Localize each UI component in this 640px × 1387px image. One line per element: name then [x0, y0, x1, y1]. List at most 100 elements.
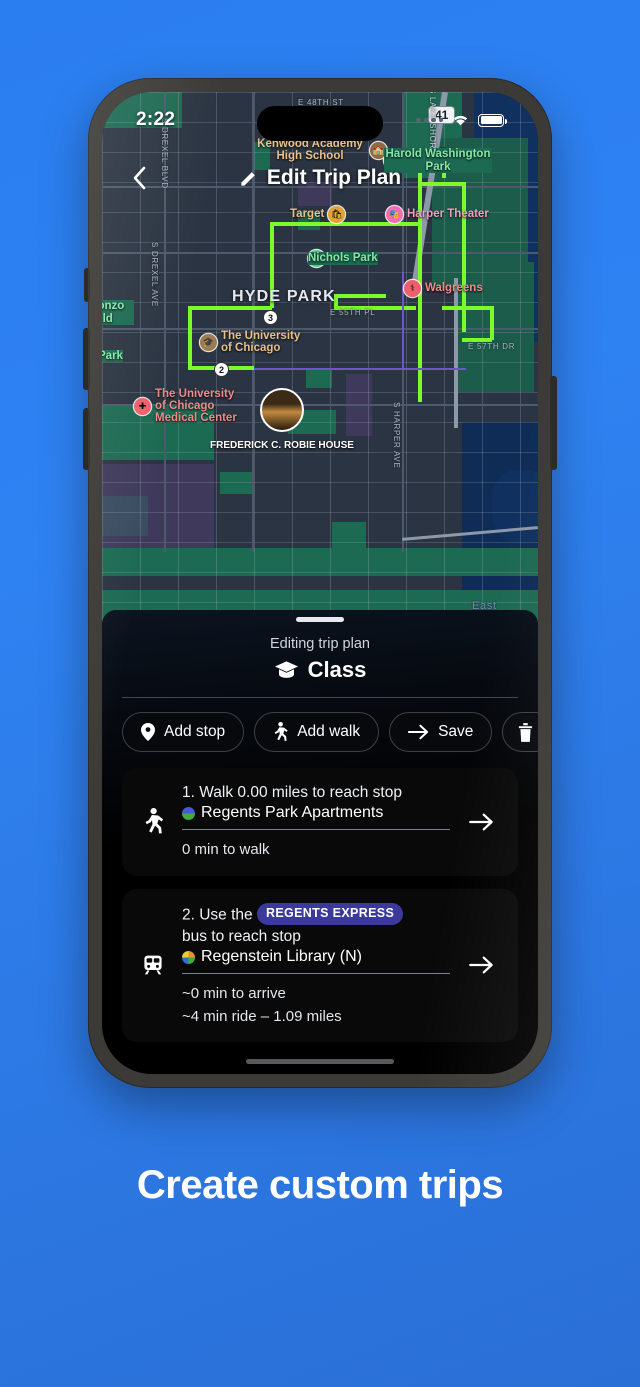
save-button[interactable]: Save: [389, 712, 493, 752]
route-segment: [188, 306, 192, 368]
route-badge: REGENTS EXPRESS: [256, 902, 404, 926]
poi-label: The University of Chicago: [221, 330, 301, 355]
poi-label: The University of Chicago Medical Center: [155, 388, 237, 425]
poi-label: FREDERICK C. ROBIE HOUSE: [210, 440, 354, 451]
edit-toolbar: Add stop Add walk Save: [102, 698, 538, 752]
landmark-photo: [260, 388, 304, 432]
route-segment: [490, 306, 494, 340]
street-label: S DREXEL AVE: [150, 242, 159, 307]
battery-full-icon: [478, 113, 507, 127]
route-segment: [188, 306, 272, 310]
poi-label: Nichols Park: [308, 252, 378, 265]
route-segment: [462, 182, 466, 332]
step-meta: 0 min to walk: [182, 841, 270, 858]
step-go-button[interactable]: [458, 813, 504, 831]
street-label: S HARPER AVE: [392, 402, 401, 469]
bottom-sheet: Editing trip plan Class Add stop Add wal…: [102, 610, 538, 1074]
alt-route-segment: [254, 368, 466, 371]
arrow-right-icon: [468, 813, 493, 831]
map-poi-harper-theater[interactable]: 🎭 Harper Theater: [386, 206, 489, 223]
theater-icon: 🎭: [386, 206, 403, 223]
street-label: E 57TH DR: [468, 342, 516, 351]
street-label: E 55TH PL: [330, 308, 376, 317]
step-stop-name: Regents Park Apartments: [201, 804, 384, 821]
stop-marker-icon: [182, 950, 195, 964]
volume-down-button[interactable]: [83, 408, 90, 470]
page-title: Edit Trip Plan: [102, 166, 538, 190]
route-segment: [334, 294, 386, 298]
step-instruction-line1: 2. Use the REGENTS EXPRESS: [182, 902, 450, 927]
map-poi-alonzo-field[interactable]: Alonzo Field 🏃: [102, 300, 134, 325]
map-poi-uchicago-medical-center[interactable]: ✚ The University of Chicago Medical Cent…: [134, 388, 243, 424]
poi-label: Alonzo Field: [102, 300, 134, 325]
trash-icon: [519, 722, 533, 742]
poi-label: Walgreens: [425, 282, 483, 295]
step-meta: ~0 min to arrive ~4 min ride – 1.09 mile…: [182, 983, 450, 1028]
store-icon: 🛍: [328, 206, 346, 223]
step-meta-arrive: ~0 min to arrive: [182, 985, 286, 1002]
phone-screen: 1 2 3 41 E 48TH ST E 49TH ST E 55TH PL E…: [102, 92, 538, 1074]
volume-up-button[interactable]: [83, 328, 90, 390]
trip-step-card[interactable]: 1. Walk 0.00 miles to reach stop Regents…: [122, 768, 518, 876]
step-stop-row: Regenstein Library (N): [182, 948, 450, 974]
map-poi-target[interactable]: Target 🛍: [290, 206, 346, 223]
add-stop-button[interactable]: Add stop: [122, 712, 245, 752]
back-button[interactable]: [124, 163, 154, 193]
step-body: 1. Walk 0.00 miles to reach stop Regents…: [182, 782, 450, 862]
trip-step-card[interactable]: 2. Use the REGENTS EXPRESS bus to reach …: [122, 888, 518, 1042]
status-clock: 2:22: [136, 109, 176, 130]
sheet-grabber[interactable]: [296, 617, 344, 622]
pencil-icon: [241, 171, 255, 186]
nav-bar: Edit Trip Plan: [102, 152, 538, 204]
sheet-subtitle: Editing trip plan: [270, 636, 370, 652]
silent-switch[interactable]: [84, 268, 90, 302]
route-segment: [462, 338, 492, 342]
step-stop-row: Regents Park Apartments: [182, 804, 450, 830]
stop-marker-icon: [182, 806, 195, 820]
wifi-icon: [453, 115, 468, 126]
university-icon: 🎓: [200, 333, 217, 351]
route-segment: [442, 306, 492, 310]
step-stop-name: Regenstein Library (N): [201, 948, 362, 965]
step-instruction-prefix: 2. Use the: [182, 906, 253, 923]
sheet-title: Class: [102, 657, 538, 683]
arrow-right-icon: [408, 724, 429, 740]
home-indicator: [246, 1059, 394, 1064]
page-title-text: Edit Trip Plan: [266, 166, 402, 189]
step-instruction-line2: bus to reach stop: [182, 928, 301, 945]
map-poi-robie-house[interactable]: FREDERICK C. ROBIE HOUSE: [210, 388, 354, 451]
step-mode: [132, 808, 174, 835]
map-stop-marker-2[interactable]: 2: [214, 362, 229, 377]
graduation-cap-icon: [274, 661, 298, 678]
arrow-right-icon: [468, 956, 493, 974]
trip-steps-list: 1. Walk 0.00 miles to reach stop Regents…: [102, 752, 538, 1042]
hospital-icon: ✚: [134, 397, 151, 415]
dynamic-island: [257, 106, 383, 141]
map-stop-marker-3[interactable]: 3: [263, 310, 278, 325]
phone-frame: 1 2 3 41 E 48TH ST E 49TH ST E 55TH PL E…: [83, 78, 557, 1088]
step-body: 2. Use the REGENTS EXPRESS bus to reach …: [182, 902, 450, 1029]
map-neighborhood-label: HYDE PARK: [232, 288, 336, 305]
power-button[interactable]: [550, 376, 557, 470]
tram-front-icon: [144, 955, 162, 975]
poi-label: Target: [290, 208, 325, 221]
sheet-title-text: Class: [307, 657, 367, 682]
chevron-left-icon: [133, 166, 146, 190]
map-poi-nichols-park[interactable]: 🌳 Nichols Park: [308, 250, 378, 267]
walking-person-icon: [145, 808, 163, 834]
step-mode: [132, 953, 174, 977]
step-instruction: 1. Walk 0.00 miles to reach stop: [182, 784, 402, 801]
delete-trip-button[interactable]: [502, 712, 538, 752]
walking-person-icon: [274, 722, 288, 741]
add-stop-label: Add stop: [164, 723, 226, 740]
map-poi-university-of-chicago[interactable]: 🎓 The University of Chicago: [200, 330, 309, 354]
save-label: Save: [438, 723, 474, 740]
add-walk-button[interactable]: Add walk: [254, 712, 380, 752]
signal-dots-icon: [416, 117, 443, 123]
pharmacy-icon: ⚕: [404, 280, 421, 297]
poi-label: Harper Theater: [407, 208, 489, 221]
map-poi-walgreens[interactable]: ⚕ Walgreens: [404, 280, 483, 297]
poi-label: Park: [102, 349, 123, 363]
step-meta-ride: ~4 min ride – 1.09 miles: [182, 1007, 342, 1025]
step-go-button[interactable]: [458, 956, 504, 974]
